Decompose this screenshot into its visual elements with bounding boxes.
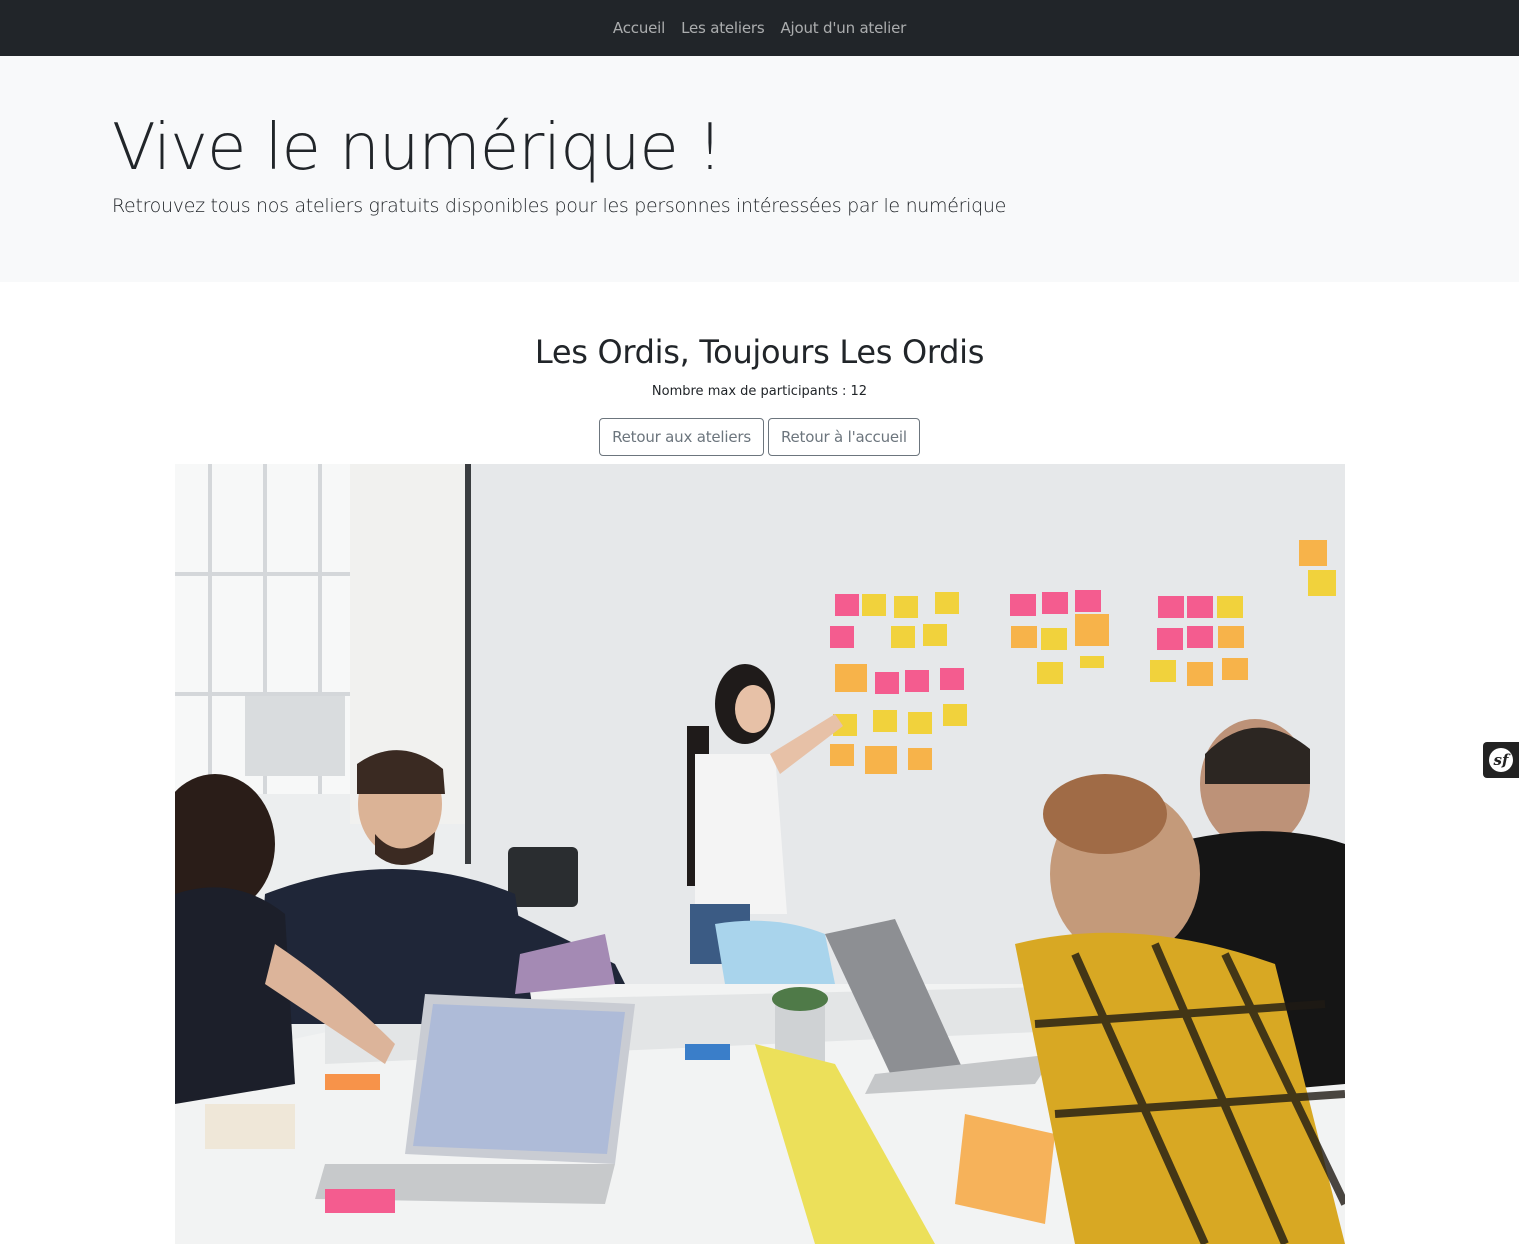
participants-value: 12 — [850, 384, 868, 399]
nav-link-accueil[interactable]: Accueil — [613, 19, 665, 37]
button-row: Retour aux ateliers Retour à l'accueil — [0, 418, 1519, 456]
hero-lead: Retrouvez tous nos ateliers gratuits dis… — [112, 194, 1007, 217]
symfony-toolbar-toggle[interactable]: sf — [1483, 742, 1519, 778]
workshop-detail: Les Ordis, Toujours Les Ordis Nombre max… — [0, 332, 1519, 1244]
back-to-home-button[interactable]: Retour à l'accueil — [767, 418, 920, 456]
workshop-photo-illustration — [174, 464, 1345, 1244]
top-navbar: Accueil Les ateliers Ajout d'un atelier — [0, 0, 1519, 56]
hero-title: Vive le numérique ! — [112, 111, 723, 185]
participants-info: Nombre max de participants : 12 — [0, 383, 1519, 401]
nav-link-ajout-atelier[interactable]: Ajout d'un atelier — [780, 19, 906, 37]
participants-label: Nombre max de participants : — [651, 384, 851, 399]
workshop-title: Les Ordis, Toujours Les Ordis — [534, 333, 985, 371]
symfony-icon: sf — [1489, 748, 1513, 772]
hero-jumbotron: Vive le numérique ! Retrouvez tous nos a… — [0, 56, 1519, 282]
back-to-workshops-button[interactable]: Retour aux ateliers — [599, 418, 764, 456]
nav-link-les-ateliers[interactable]: Les ateliers — [681, 19, 765, 37]
workshop-photo — [174, 464, 1345, 1244]
